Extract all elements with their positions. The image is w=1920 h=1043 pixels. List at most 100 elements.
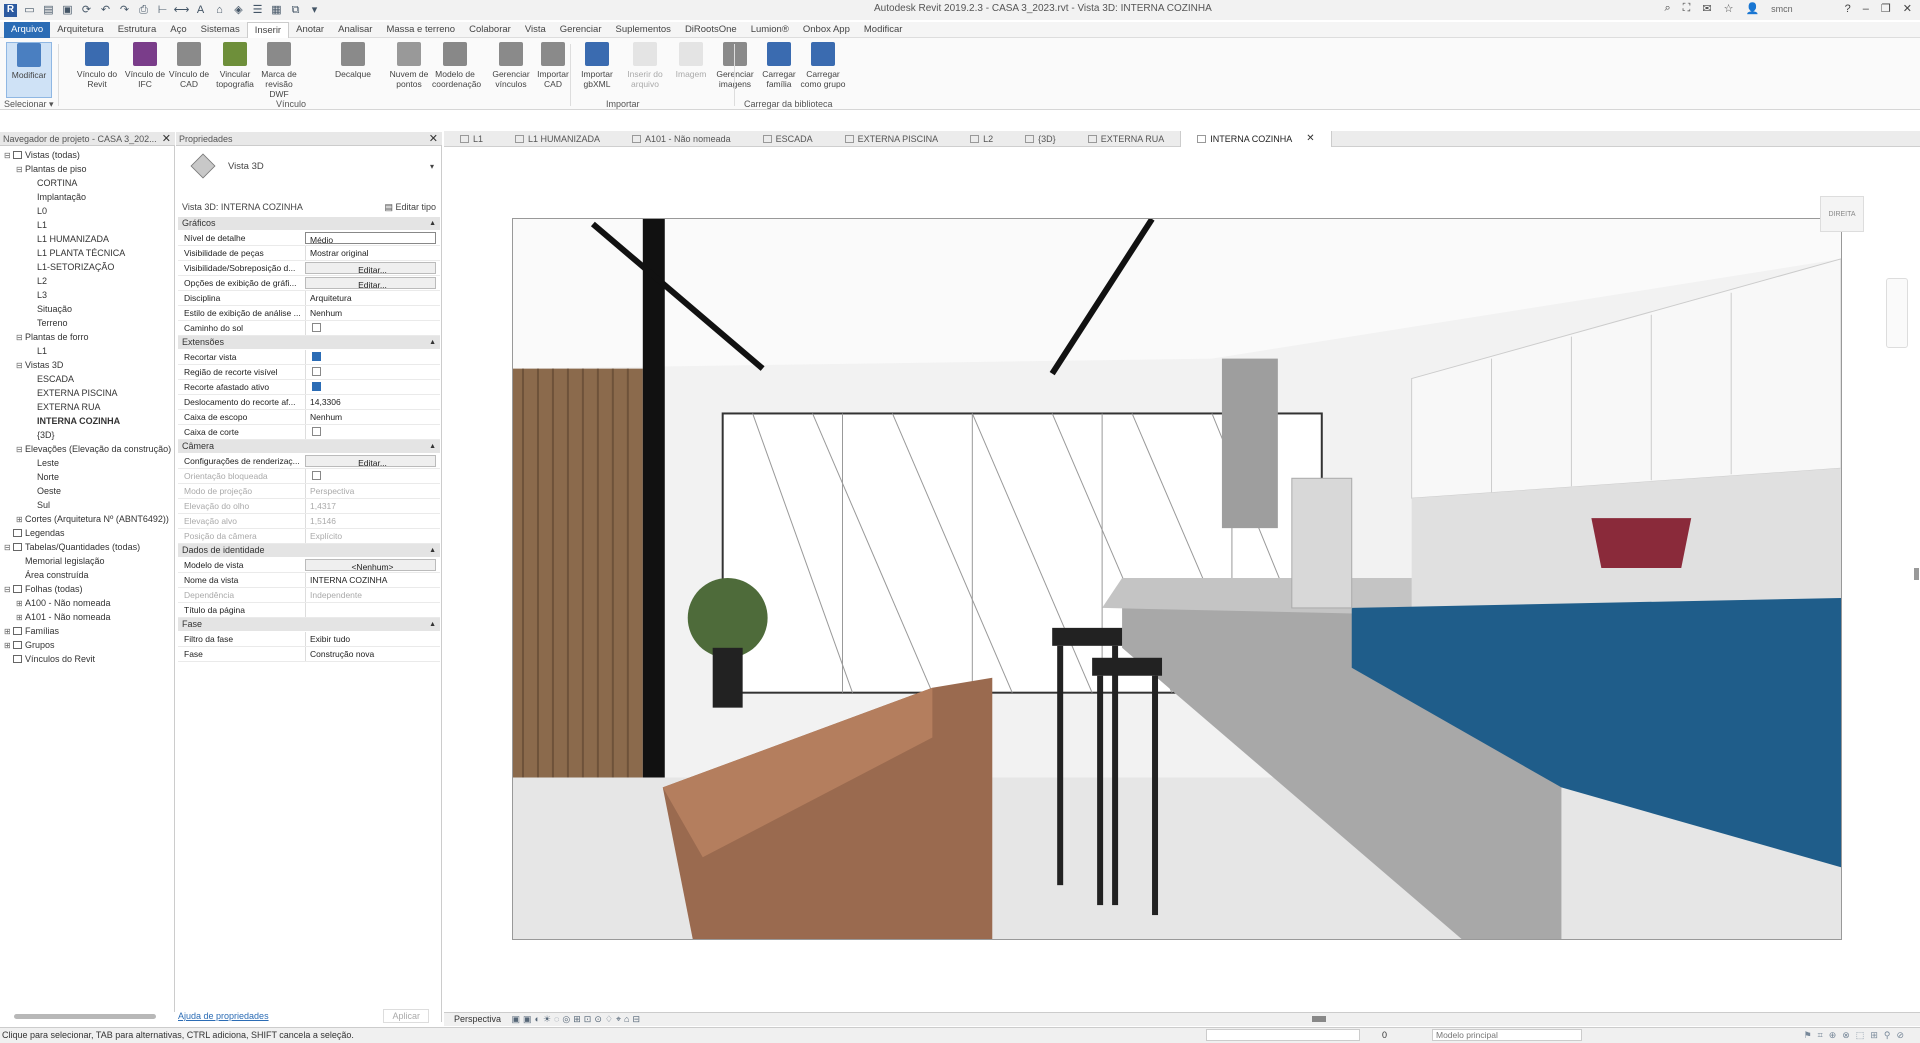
revit-logo-icon[interactable]: R xyxy=(4,3,17,17)
checkbox[interactable] xyxy=(312,352,321,361)
open-icon[interactable]: ▭ xyxy=(23,4,36,17)
menu-tab-5[interactable]: Inserir xyxy=(246,21,290,38)
instance-filter[interactable]: Vista 3D: INTERNA COZINHA ▤ Editar tipo xyxy=(178,200,440,214)
ribbon-button-13[interactable]: Imagem xyxy=(668,42,714,98)
checkbox[interactable] xyxy=(312,323,321,332)
view-tab-8[interactable]: INTERNA COZINHA ✕ xyxy=(1180,131,1332,147)
tree-item[interactable]: Leste xyxy=(28,456,59,470)
save-icon[interactable]: ▣ xyxy=(61,4,74,17)
checkbox[interactable] xyxy=(312,382,321,391)
menu-tab-11[interactable]: Gerenciar xyxy=(553,22,609,38)
navigation-bar[interactable] xyxy=(1886,278,1908,348)
menu-tab-8[interactable]: Massa e terreno xyxy=(379,22,462,38)
tree-item[interactable]: Implantação xyxy=(28,190,86,204)
drawing-area[interactable]: DIREITA xyxy=(444,148,1920,1011)
view-tab-4[interactable]: EXTERNA PISCINA xyxy=(829,131,955,147)
viewcube[interactable]: DIREITA xyxy=(1820,196,1864,232)
property-value[interactable] xyxy=(305,321,440,335)
property-value[interactable]: Arquitetura xyxy=(305,291,440,305)
menu-tab-6[interactable]: Anotar xyxy=(289,22,331,38)
property-section[interactable]: Dados de identidade ▲ xyxy=(178,544,440,557)
tree-item[interactable]: Vínculos do Revit xyxy=(4,652,95,666)
tree-item[interactable]: INTERNA COZINHA xyxy=(28,414,120,428)
tree-item[interactable]: ⊟ Plantas de piso xyxy=(16,162,87,176)
horizontal-scrollbar[interactable] xyxy=(1312,1016,1326,1022)
tree-expander[interactable]: ⊟ xyxy=(4,541,13,555)
property-value[interactable]: Construção nova xyxy=(305,647,440,661)
status-icons[interactable]: ⚑⌗⊕⊗⬚⊞⚲⊘ xyxy=(1804,1028,1910,1043)
chevron-up-icon[interactable]: ▲ xyxy=(429,544,436,557)
tree-item[interactable]: ⊟ Vistas 3D xyxy=(16,358,63,372)
print-icon[interactable]: ⎙ xyxy=(137,4,150,17)
tree-item[interactable]: ESCADA xyxy=(28,372,74,386)
viewport-scrollbar[interactable] xyxy=(1914,568,1919,580)
menu-tab-0[interactable]: Arquivo xyxy=(4,21,51,38)
tree-expander[interactable]: ⊟ xyxy=(16,163,25,177)
tree-item[interactable]: ⊞ Grupos xyxy=(4,638,55,652)
tree-item[interactable]: Terreno xyxy=(28,316,68,330)
tree-item[interactable]: L3 xyxy=(28,288,47,302)
thin-lines-icon[interactable]: ☰ xyxy=(251,4,264,17)
dimension-icon[interactable]: ⟷ xyxy=(174,4,190,17)
property-value[interactable]: Nenhum xyxy=(305,306,440,320)
close-icon[interactable]: ✕ xyxy=(429,132,438,146)
chevron-up-icon[interactable]: ▲ xyxy=(429,618,436,631)
measure-icon[interactable]: ⊢ xyxy=(156,4,169,17)
view-tab-1[interactable]: L1 HUMANIZADA xyxy=(499,131,616,147)
menu-tab-4[interactable]: Sistemas xyxy=(194,22,247,38)
close-icon[interactable]: ✕ xyxy=(162,132,171,146)
menu-tab-3[interactable]: Aço xyxy=(163,22,193,38)
tree-item[interactable]: L0 xyxy=(28,204,47,218)
tree-item[interactable]: EXTERNA RUA xyxy=(28,400,101,414)
tree-expander[interactable]: ⊞ xyxy=(4,625,13,639)
minimize-icon[interactable]: – xyxy=(1863,3,1869,15)
favorites-icon[interactable]: ☆ xyxy=(1724,2,1734,15)
checkbox[interactable] xyxy=(312,367,321,376)
help-icon[interactable]: ? xyxy=(1845,3,1851,15)
property-value[interactable] xyxy=(305,425,440,439)
view-control-icons[interactable]: ▣▣◐☀◌◎⊞⊡⊙♢⌖⌂⊟ xyxy=(512,1013,643,1026)
properties-help-link[interactable]: Ajuda de propriedades xyxy=(178,1011,269,1021)
sync-icon[interactable]: ⟳ xyxy=(80,4,93,17)
tree-item[interactable]: Sul xyxy=(28,498,50,512)
undo-icon[interactable]: ↶ xyxy=(99,4,112,17)
menu-tab-9[interactable]: Colaborar xyxy=(462,22,518,38)
tree-expander[interactable]: ⊟ xyxy=(16,359,25,373)
property-value[interactable]: Editar... xyxy=(305,277,436,289)
property-value[interactable]: Nenhum xyxy=(305,410,440,424)
ribbon-button-14[interactable]: Gerenciar imagens xyxy=(712,42,758,98)
tree-item[interactable]: {3D} xyxy=(28,428,55,442)
user-icon[interactable]: 👤 xyxy=(1745,2,1759,15)
3d-view-icon[interactable]: ⌂ xyxy=(213,4,226,17)
qat-dropdown-icon[interactable]: ▾ xyxy=(308,4,321,17)
tree-item[interactable]: Oeste xyxy=(28,484,61,498)
tree-item[interactable]: Área construída xyxy=(16,568,89,582)
ribbon-button-9[interactable]: Gerenciar vínculos xyxy=(488,42,534,98)
tree-item[interactable]: ⊞ Cortes (Arquitetura Nº (ABNT6492)) xyxy=(16,512,169,526)
tree-item[interactable]: Norte xyxy=(28,470,59,484)
tree-expander[interactable]: ⊞ xyxy=(16,611,25,625)
3d-kitchen-render[interactable] xyxy=(512,218,1842,940)
search-icon[interactable]: ⌕ xyxy=(1664,2,1670,15)
menu-tab-10[interactable]: Vista xyxy=(518,22,553,38)
property-value[interactable]: Editar... xyxy=(305,262,436,274)
subscription-icon[interactable]: ⛶ xyxy=(1683,2,1691,15)
apply-button[interactable]: Aplicar xyxy=(383,1009,429,1023)
tree-item[interactable]: L1 xyxy=(28,344,47,358)
tree-expander[interactable]: ⊞ xyxy=(16,597,25,611)
ribbon-button-4[interactable]: Vincular topografia xyxy=(212,42,258,98)
tree-expander[interactable]: ⊟ xyxy=(16,443,25,457)
view-tab-6[interactable]: {3D} xyxy=(1009,131,1072,147)
tree-item[interactable]: Legendas xyxy=(4,526,65,540)
tree-item[interactable]: ⊟ Tabelas/Quantidades (todas) xyxy=(4,540,140,554)
ribbon-button-8[interactable]: Modelo de coordenação xyxy=(432,42,481,98)
menu-tab-13[interactable]: DiRootsOne xyxy=(678,22,744,38)
property-value[interactable] xyxy=(305,603,440,617)
view-tab-3[interactable]: ESCADA xyxy=(747,131,829,147)
ribbon-button-16[interactable]: Carregar como grupo xyxy=(800,42,846,98)
folder-icon[interactable]: ▤ xyxy=(42,4,55,17)
ribbon-button-2[interactable]: Vínculo de IFC xyxy=(122,42,168,98)
ribbon-button-0[interactable]: Modificar xyxy=(6,42,52,98)
tree-expander[interactable]: ⊞ xyxy=(4,639,13,653)
tree-expander[interactable]: ⊟ xyxy=(16,331,25,345)
